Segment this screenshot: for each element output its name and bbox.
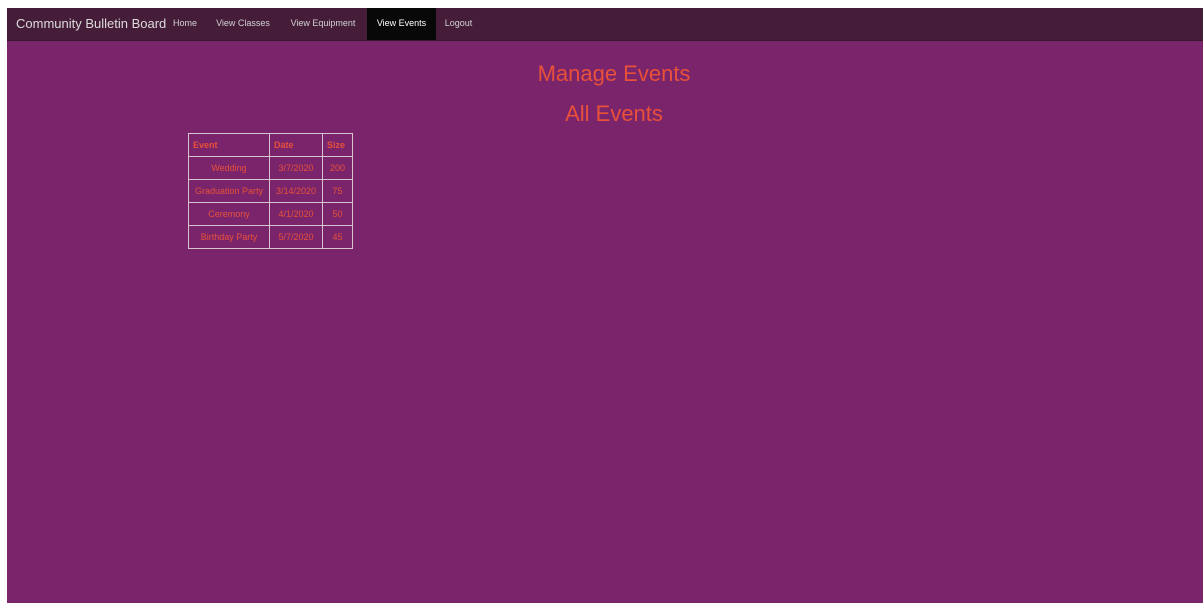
table-row: Wedding 3/7/2020 200 — [188, 156, 353, 180]
nav-item-logout[interactable]: Logout — [436, 8, 481, 40]
column-header-size: Size — [322, 133, 353, 157]
event-size-cell: 75 — [322, 179, 353, 203]
event-name-cell: Birthday Party — [188, 225, 270, 249]
column-header-event: Event — [188, 133, 270, 157]
table-header-row: Event Date Size — [188, 133, 353, 157]
top-navbar: Community Bulletin Board Home View Class… — [7, 8, 1203, 41]
table-row: Birthday Party 5/7/2020 45 — [188, 225, 353, 249]
table-row: Ceremony 4/1/2020 50 — [188, 202, 353, 226]
event-size-cell: 50 — [322, 202, 353, 226]
table-row: Graduation Party 3/14/2020 75 — [188, 179, 353, 203]
event-name-cell: Graduation Party — [188, 179, 270, 203]
event-date-cell: 3/7/2020 — [269, 156, 323, 180]
nav-item-view-events[interactable]: View Events — [367, 8, 436, 40]
nav-item-view-classes[interactable]: View Classes — [208, 8, 278, 40]
event-date-cell: 3/14/2020 — [269, 179, 323, 203]
page-title: Manage Events — [537, 61, 691, 86]
event-name-cell: Ceremony — [188, 202, 270, 226]
brand-link[interactable]: Community Bulletin Board — [16, 8, 166, 40]
event-size-cell: 45 — [322, 225, 353, 249]
event-date-cell: 4/1/2020 — [269, 202, 323, 226]
section-title: All Events — [565, 101, 663, 126]
event-date-cell: 5/7/2020 — [269, 225, 323, 249]
column-header-date: Date — [269, 133, 323, 157]
events-table: Event Date Size Wedding 3/7/2020 200 Gra… — [188, 133, 353, 249]
event-name-cell: Wedding — [188, 156, 270, 180]
page-frame: Community Bulletin Board Home View Class… — [7, 8, 1203, 603]
event-size-cell: 200 — [322, 156, 353, 180]
nav-item-home[interactable]: Home — [167, 8, 203, 40]
nav-item-view-equipment[interactable]: View Equipment — [282, 8, 364, 40]
